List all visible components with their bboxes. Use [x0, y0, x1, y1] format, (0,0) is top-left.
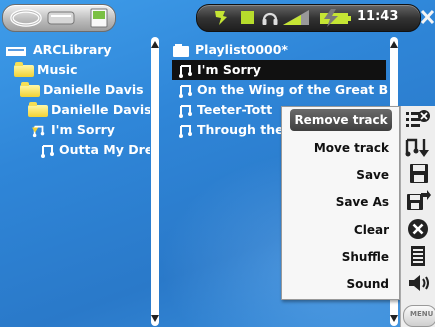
disk-icon[interactable]: [47, 10, 75, 26]
toolbar-pill: [2, 4, 116, 32]
folder-artist[interactable]: Danielle Davis: [20, 80, 150, 100]
track-label: Through the: [197, 122, 282, 137]
floppy-disk-icon[interactable]: [405, 163, 431, 185]
shuffle-icon[interactable]: [405, 245, 431, 267]
scroll-down-icon[interactable]: [390, 315, 398, 322]
status-pill: 11:43: [196, 4, 421, 32]
track-label: On the Wing of the Great Big: [197, 82, 388, 97]
track-im-sorry[interactable]: I'm Sorry: [32, 120, 150, 140]
track-label: Outta My Dre: [59, 142, 150, 157]
scroll-up-icon[interactable]: [390, 41, 398, 48]
menu-icon-bar: MENU: [400, 106, 435, 327]
close-icon[interactable]: [420, 9, 435, 25]
playlist-track[interactable]: On the Wing of the Great Big: [178, 80, 388, 100]
library-label: ARCLibrary: [33, 42, 112, 57]
volume-icon: [283, 10, 309, 25]
top-bar: 11:43: [0, 0, 435, 34]
move-track-icon[interactable]: [405, 136, 431, 158]
battery-icon: [320, 9, 351, 27]
clear-icon[interactable]: [405, 218, 431, 240]
track-label: I'm Sorry: [197, 62, 261, 77]
file-icon[interactable]: [89, 8, 109, 28]
folder-icon: [28, 101, 48, 117]
folder-album[interactable]: Danielle Davis: [28, 100, 150, 120]
scroll-up-icon[interactable]: [151, 41, 159, 48]
playlist-icon: [173, 43, 189, 57]
save-as-icon[interactable]: [405, 190, 431, 212]
music-note-icon: [179, 64, 192, 78]
stop-icon: [241, 11, 254, 24]
music-note-icon: [179, 104, 192, 118]
track-label: I'm Sorry: [51, 122, 115, 137]
library-icon: [6, 46, 26, 56]
library-browser: ARCLibrary Music Danielle Davis Danielle…: [0, 36, 160, 327]
remove-track-icon[interactable]: [405, 108, 431, 130]
loop-icon[interactable]: [9, 8, 43, 28]
playlist-track[interactable]: Teeter-Tott: [178, 100, 288, 120]
music-note-icon: [179, 84, 192, 98]
folder-label: Danielle Davis: [43, 82, 144, 97]
menu-button[interactable]: MENU: [403, 305, 435, 327]
status-time: 11:43: [357, 9, 399, 24]
menu-item-save-as[interactable]: Save As: [336, 191, 389, 213]
menu-item-remove-track[interactable]: Remove track: [290, 109, 392, 131]
menu-item-sound[interactable]: Sound: [346, 273, 389, 295]
folder-music[interactable]: Music: [14, 60, 149, 80]
track-outta-my-dre[interactable]: Outta My Dre: [40, 140, 150, 160]
menu-item-move-track[interactable]: Move track: [314, 137, 389, 159]
scroll-down-icon[interactable]: [151, 315, 159, 322]
headphones-icon: [262, 12, 278, 25]
pin-icon: [215, 11, 227, 25]
added-track-icon: [32, 125, 45, 137]
track-label: Teeter-Tott: [197, 102, 273, 117]
library-scrollbar[interactable]: [151, 37, 159, 326]
folder-label: Music: [37, 62, 78, 77]
folder-icon: [14, 61, 34, 77]
menu-item-shuffle[interactable]: Shuffle: [342, 246, 389, 268]
playlist-title-label: Playlist0000*: [195, 42, 288, 57]
playlist-title: Playlist0000*: [172, 40, 387, 60]
playlist-track-selected[interactable]: I'm Sorry: [172, 60, 386, 80]
music-note-icon: [41, 144, 54, 158]
menu-item-save[interactable]: Save: [356, 164, 389, 186]
speaker-icon[interactable]: [405, 272, 431, 294]
playlist-track[interactable]: Through the: [178, 120, 282, 140]
context-menu: Remove track Move track Save Save As Cle…: [281, 106, 400, 300]
folder-label: Danielle Davis: [51, 102, 150, 117]
menu-button-label: MENU: [410, 310, 434, 318]
screen: 11:43 ARCLibrary Music Danielle Davis Da…: [0, 0, 435, 327]
music-note-icon: [179, 124, 192, 138]
library-root[interactable]: ARCLibrary: [6, 40, 146, 60]
menu-item-clear[interactable]: Clear: [354, 219, 389, 241]
folder-icon: [20, 81, 40, 97]
